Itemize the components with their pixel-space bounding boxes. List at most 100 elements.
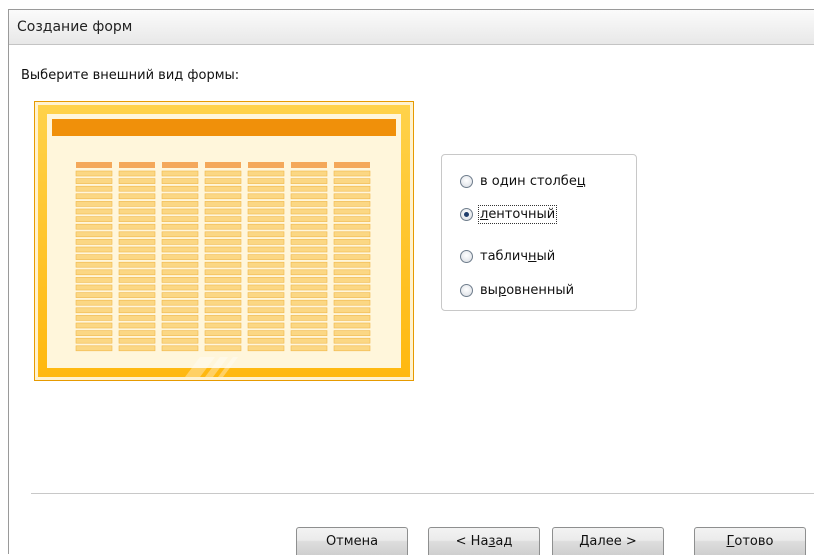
preview-field-cell: [118, 345, 156, 352]
form-layout-preview: [34, 101, 414, 381]
cancel-button[interactable]: Отмена: [296, 527, 408, 555]
next-button[interactable]: Далее >: [552, 527, 664, 555]
preview-field-cell: [290, 231, 328, 238]
preview-field-cell: [290, 330, 328, 336]
form-preview-image: [38, 105, 410, 377]
preview-column-header: [248, 162, 284, 168]
preview-field-cell: [247, 208, 285, 215]
radio-columnar-button[interactable]: [460, 174, 473, 188]
preview-field-cell: [247, 231, 285, 238]
preview-field-cell: [204, 315, 242, 321]
preview-field-cell: [118, 223, 156, 230]
preview-field-cell: [290, 284, 328, 291]
preview-field-cell: [118, 284, 156, 291]
preview-field-cell: [161, 254, 199, 260]
preview-field-cell: [118, 208, 156, 215]
preview-field-cell: [333, 254, 371, 260]
preview-field-cell: [333, 315, 371, 321]
preview-field-cell: [161, 170, 199, 177]
preview-field-cell: [118, 239, 156, 245]
radio-columnar[interactable]: в один столбец: [460, 170, 587, 192]
preview-field-cell: [290, 322, 328, 329]
preview-field-cell: [333, 239, 371, 245]
radio-tabular-button[interactable]: [460, 207, 473, 221]
preview-field-cell: [118, 277, 156, 283]
preview-field-cell: [118, 216, 156, 222]
preview-field-cell: [290, 269, 328, 276]
preview-field-cell: [333, 292, 371, 298]
preview-field-cell: [118, 254, 156, 260]
preview-field-cell: [161, 246, 199, 253]
preview-field-cell: [204, 330, 242, 336]
preview-field-cell: [247, 307, 285, 314]
preview-field-cell: [247, 345, 285, 352]
preview-field-cell: [75, 239, 113, 245]
preview-field-cell: [75, 170, 113, 177]
preview-field-cell: [247, 330, 285, 336]
preview-field-cell: [118, 315, 156, 321]
preview-field-cell: [75, 261, 113, 268]
radio-datasheet-label: табличный: [480, 248, 556, 264]
preview-field-cell: [333, 330, 371, 336]
preview-field-cell: [247, 246, 285, 253]
preview-field-cell: [118, 246, 156, 253]
preview-field-cell: [75, 337, 113, 344]
preview-field-cell: [247, 193, 285, 200]
radio-datasheet-button[interactable]: [460, 249, 473, 263]
preview-field-cell: [161, 231, 199, 238]
radio-tabular[interactable]: ленточный: [460, 203, 558, 225]
preview-field-cell: [75, 330, 113, 336]
finish-button[interactable]: Готово: [694, 527, 806, 555]
preview-field-cell: [290, 315, 328, 321]
preview-field-cell: [161, 299, 199, 306]
preview-column-header: [334, 162, 370, 168]
preview-field-cell: [118, 231, 156, 238]
preview-field-cell: [290, 193, 328, 200]
preview-field-cell: [247, 170, 285, 177]
radio-datasheet[interactable]: табличный: [460, 245, 556, 267]
preview-field-cell: [118, 269, 156, 276]
preview-field-cell: [75, 269, 113, 276]
preview-field-cell: [161, 223, 199, 230]
preview-field-cell: [333, 284, 371, 291]
preview-field-cell: [75, 246, 113, 253]
preview-field-cell: [204, 277, 242, 283]
preview-field-cell: [333, 231, 371, 238]
preview-field-cell: [118, 193, 156, 200]
preview-field-cell: [204, 269, 242, 276]
back-button[interactable]: < Назад: [428, 527, 540, 555]
preview-field-cell: [75, 254, 113, 260]
preview-field-cell: [204, 322, 242, 329]
preview-field-cell: [247, 337, 285, 344]
preview-field-cell: [290, 337, 328, 344]
preview-field-cell: [161, 330, 199, 336]
preview-field-cell: [333, 208, 371, 215]
radio-justified-label: выровненный: [480, 282, 575, 298]
window-title: Создание форм: [17, 19, 133, 35]
radio-justified-button[interactable]: [460, 283, 473, 297]
preview-field-cell: [204, 261, 242, 268]
preview-field-cell: [75, 201, 113, 207]
preview-field-cell: [75, 208, 113, 215]
preview-column-header: [205, 162, 241, 168]
preview-field-cell: [75, 223, 113, 230]
preview-field-cell: [161, 193, 199, 200]
preview-field-cell: [161, 269, 199, 276]
preview-field-cell: [247, 254, 285, 260]
layout-options-group: в один столбец ленточный табличный выров…: [441, 154, 637, 311]
preview-field-cell: [118, 185, 156, 192]
preview-field-cell: [290, 208, 328, 215]
preview-field-cell: [247, 223, 285, 230]
radio-justified[interactable]: выровненный: [460, 279, 575, 301]
preview-column-header: [119, 162, 155, 168]
preview-field-cell: [204, 231, 242, 238]
preview-field-cell: [75, 322, 113, 329]
preview-field-cell: [118, 322, 156, 329]
preview-field-cell: [204, 337, 242, 344]
preview-field-cell: [333, 261, 371, 268]
footer-separator: [31, 493, 814, 495]
radio-tabular-label: ленточный: [477, 204, 558, 224]
preview-field-cell: [161, 292, 199, 298]
preview-field-cell: [75, 216, 113, 222]
preview-field-cell: [290, 277, 328, 283]
